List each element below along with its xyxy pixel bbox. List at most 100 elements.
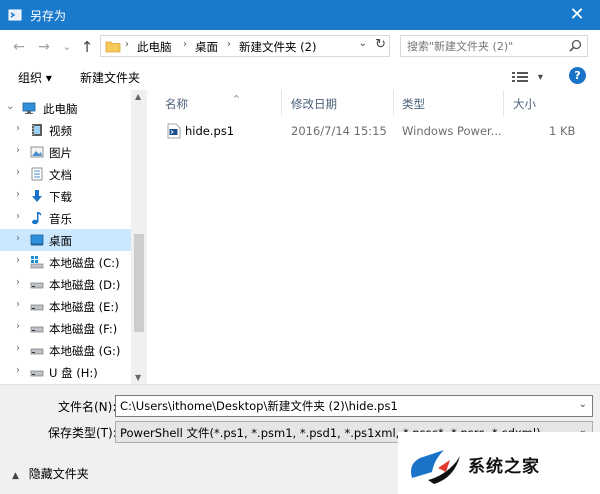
chevron-right-icon: › (16, 211, 20, 222)
chevron-right-icon: › (16, 365, 20, 376)
file-name: hide.ps1 (185, 124, 235, 138)
filename-field[interactable]: ⌄ (115, 395, 593, 417)
column-divider[interactable] (281, 90, 282, 116)
nav-item-label: 本地磁盘 (C:) (49, 256, 120, 270)
column-header-size[interactable]: 大小 (513, 96, 536, 112)
scrollbar-thumb[interactable] (134, 234, 144, 332)
search-box[interactable] (400, 35, 588, 57)
collapse-icon: ▲ (12, 471, 19, 481)
forward-button[interactable]: → (35, 38, 53, 56)
usb-drive-icon (30, 370, 44, 377)
column-header-type[interactable]: 类型 (402, 96, 425, 112)
search-input[interactable] (407, 39, 557, 53)
file-modified: 2016/7/14 15:15 (291, 124, 387, 138)
video-folder-icon (32, 124, 42, 136)
drive-icon (30, 326, 44, 333)
hide-folders-button[interactable]: ▲ 隐藏文件夹 (12, 465, 89, 482)
navigation-scrollbar[interactable]: ▲ ▼ (131, 90, 147, 384)
back-button[interactable]: ← (10, 38, 28, 56)
nav-item-documents[interactable]: › 文档 (0, 163, 131, 185)
help-button[interactable]: ? (569, 67, 586, 84)
nav-item-label: 本地磁盘 (F:) (49, 322, 118, 336)
chevron-right-icon: › (16, 145, 20, 156)
nav-item-usb-h[interactable]: › U 盘 (H:) (0, 361, 131, 383)
nav-item-label: 桌面 (49, 234, 72, 248)
title-bar: 另存为 ✕ (0, 0, 600, 30)
breadcrumb-separator: › (227, 39, 231, 50)
desktop-folder-icon (30, 234, 44, 246)
nav-item-pictures[interactable]: › 图片 (0, 141, 131, 163)
documents-folder-icon (31, 167, 43, 181)
search-icon (569, 39, 582, 52)
pictures-folder-icon (30, 146, 44, 158)
nav-item-downloads[interactable]: › 下载 (0, 185, 131, 207)
chevron-right-icon: › (16, 321, 20, 332)
breadcrumb-separator: › (125, 39, 129, 50)
folder-icon (105, 41, 121, 53)
nav-item-label: 图片 (49, 146, 72, 160)
drive-icon (30, 348, 44, 355)
drive-icon (30, 304, 44, 311)
nav-item-videos[interactable]: › 视频 (0, 119, 131, 141)
recent-locations-button[interactable]: ⌄ (58, 38, 76, 56)
breadcrumb-new-folder[interactable]: 新建文件夹 (2) (239, 39, 316, 55)
nav-item-drive-d[interactable]: › 本地磁盘 (D:) (0, 273, 131, 295)
scroll-down-icon[interactable]: ▼ (135, 373, 141, 382)
command-bar: 组织 ▾ 新建文件夹 ▾ ? (0, 62, 600, 90)
column-divider[interactable] (503, 90, 504, 116)
nav-item-label: 本地磁盘 (G:) (49, 344, 121, 358)
nav-item-this-pc[interactable]: ⌄ 此电脑 (0, 97, 131, 119)
nav-item-label: 此电脑 (43, 102, 78, 116)
nav-item-desktop[interactable]: › 桌面 (0, 229, 131, 251)
drive-icon (30, 282, 44, 289)
new-folder-button[interactable]: 新建文件夹 (80, 69, 140, 86)
close-button[interactable]: ✕ (554, 0, 600, 30)
up-button[interactable]: ↑ (78, 38, 96, 56)
column-header-modified[interactable]: 修改日期 (291, 96, 337, 112)
chevron-right-icon: › (16, 233, 20, 244)
nav-item-label: U 盘 (H:) (49, 366, 98, 380)
view-dropdown-icon: ▾ (537, 72, 543, 83)
file-row[interactable]: hide.ps1 2016/7/14 15:15 Windows Power..… (159, 120, 591, 142)
expanded-chevron-icon: ⌄ (6, 101, 15, 112)
address-dropdown-button[interactable]: ⌄ (359, 38, 367, 49)
chevron-right-icon: › (16, 167, 20, 178)
nav-item-drive-c[interactable]: › 本地磁盘 (C:) (0, 251, 131, 273)
nav-item-music[interactable]: › 音乐 (0, 207, 131, 229)
address-row: ← → ⌄ ↑ › 此电脑 › 桌面 › 新建文件夹 (2) ⌄ ↻ (0, 30, 600, 62)
nav-item-label: 本地磁盘 (D:) (49, 278, 121, 292)
breadcrumb-this-pc[interactable]: 此电脑 (137, 39, 172, 55)
scroll-up-icon[interactable]: ▲ (135, 92, 141, 101)
address-bar[interactable]: › 此电脑 › 桌面 › 新建文件夹 (2) ⌄ ↻ (100, 35, 390, 57)
column-header-label: 名称 (165, 97, 188, 111)
chevron-right-icon: › (16, 299, 20, 310)
download-folder-icon (32, 190, 42, 202)
chevron-right-icon: › (16, 343, 20, 354)
filename-input[interactable] (120, 399, 560, 413)
column-divider[interactable] (393, 90, 394, 116)
organize-button[interactable]: 组织 ▾ (18, 69, 52, 86)
chevron-right-icon: › (16, 189, 20, 200)
music-folder-icon (32, 212, 42, 225)
windows-drive-icon (30, 256, 44, 269)
breadcrumb-desktop[interactable]: 桌面 (195, 39, 218, 55)
details-view-icon (512, 71, 528, 82)
nav-item-drive-e[interactable]: › 本地磁盘 (E:) (0, 295, 131, 317)
window-title: 另存为 (30, 9, 67, 23)
filetype-label: 保存类型(T): (48, 426, 117, 440)
refresh-button[interactable]: ↻ (375, 37, 386, 52)
sort-ascending-icon: ^ (233, 94, 240, 103)
column-header-name[interactable]: ^ 名称 (165, 94, 240, 112)
change-view-button[interactable]: ▾ (512, 69, 543, 83)
chevron-right-icon: › (16, 277, 20, 288)
nav-item-drive-g[interactable]: › 本地磁盘 (G:) (0, 339, 131, 361)
nav-item-label: 文档 (49, 168, 72, 182)
watermark-text: 系统之家 (468, 457, 540, 477)
filename-dropdown-icon[interactable]: ⌄ (579, 399, 587, 410)
breadcrumb-separator: › (183, 39, 187, 50)
hide-folders-label: 隐藏文件夹 (28, 467, 89, 481)
nav-item-label: 视频 (49, 124, 72, 138)
file-type: Windows Power... (402, 124, 502, 138)
watermark: 系统之家 (398, 432, 600, 494)
nav-item-drive-f[interactable]: › 本地磁盘 (F:) (0, 317, 131, 339)
